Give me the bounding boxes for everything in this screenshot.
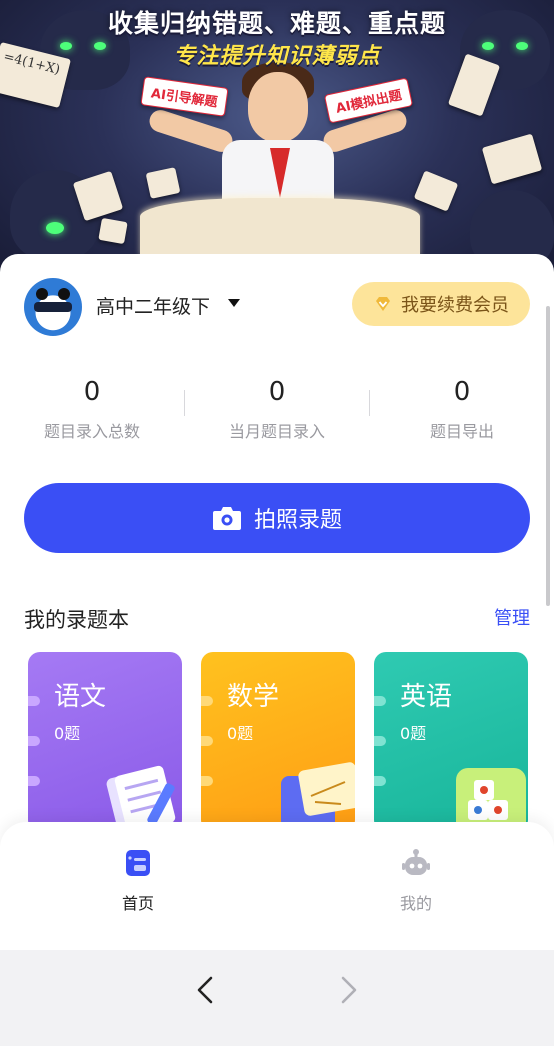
notebook-math[interactable]: 数学 0题	[201, 652, 355, 832]
camera-icon	[212, 505, 242, 531]
tab-home-label: 首页	[121, 894, 154, 913]
notebook-title: 英语	[400, 682, 453, 712]
stat-label: 当月题目录入	[228, 422, 325, 441]
caret-down-icon[interactable]	[228, 299, 240, 307]
bottom-tab-bar: 首页 我的	[0, 822, 554, 950]
notebook-title: 数学	[227, 682, 280, 712]
stat-value: 0	[83, 377, 101, 407]
stat-export: 0 题目导出	[370, 372, 554, 442]
back-arrow-icon[interactable]	[186, 970, 226, 1010]
notebooks-section-title: 我的录题本	[24, 608, 129, 632]
photo-button-label: 拍照录题	[253, 508, 342, 533]
paper-decoration	[145, 167, 181, 199]
scrollbar[interactable]	[546, 306, 550, 606]
banner-subtitle: 专注提升知识薄弱点	[173, 44, 381, 69]
stat-value: 0	[268, 377, 286, 407]
paper-decoration	[481, 133, 543, 185]
hero-banner[interactable]: =4(1+X) AI引导解题 AI模拟出题 收集归纳错题、难题、重点题 专注提升…	[0, 0, 554, 290]
stat-label: 题目录入总数	[43, 422, 140, 441]
paper-decoration	[98, 217, 128, 245]
stat-value: 0	[453, 377, 471, 407]
avatar[interactable]	[24, 278, 82, 336]
renew-vip-button[interactable]: 我要续费会员	[352, 282, 530, 326]
abc-blocks-icon	[456, 768, 526, 832]
browser-nav-bar	[0, 950, 554, 1046]
boy-tie	[270, 148, 290, 198]
stat-monthly: 0 当月题目录入	[185, 372, 369, 442]
notebook-title: 语文	[54, 682, 107, 712]
robot-icon	[402, 849, 430, 875]
open-book	[140, 198, 420, 260]
forward-arrow-icon[interactable]	[328, 970, 368, 1010]
user-row: 高中二年级下 我要续费会员	[24, 278, 530, 336]
notebook-count: 0题	[227, 724, 254, 743]
stat-label: 题目导出	[429, 422, 494, 441]
home-notebook-icon	[126, 850, 150, 876]
math-calculator-icon	[281, 762, 355, 832]
notebook-count: 0题	[400, 724, 427, 743]
grade-selector[interactable]: 高中二年级下	[96, 292, 210, 319]
notebook-english[interactable]: 英语 0题	[374, 652, 528, 832]
notepad-pen-icon	[106, 765, 176, 832]
boy-head	[248, 72, 308, 142]
notebook-count: 0题	[54, 724, 81, 743]
tab-mine[interactable]: 我的	[356, 848, 476, 914]
manage-link[interactable]: 管理	[494, 604, 530, 630]
stats-row: 0 题目录入总数 0 当月题目录入 0 题目导出	[0, 372, 554, 452]
paper-decoration	[413, 170, 459, 212]
tab-home[interactable]: 首页	[78, 848, 198, 914]
vip-button-label: 我要续费会员	[401, 295, 509, 316]
tab-mine-label: 我的	[399, 894, 432, 913]
banner-title: 收集归纳错题、难题、重点题	[107, 9, 446, 38]
stat-total: 0 题目录入总数	[0, 372, 184, 442]
photo-capture-button[interactable]: 拍照录题	[24, 483, 530, 553]
diamond-icon	[373, 294, 393, 314]
notebook-chinese[interactable]: 语文 0题	[28, 652, 182, 832]
